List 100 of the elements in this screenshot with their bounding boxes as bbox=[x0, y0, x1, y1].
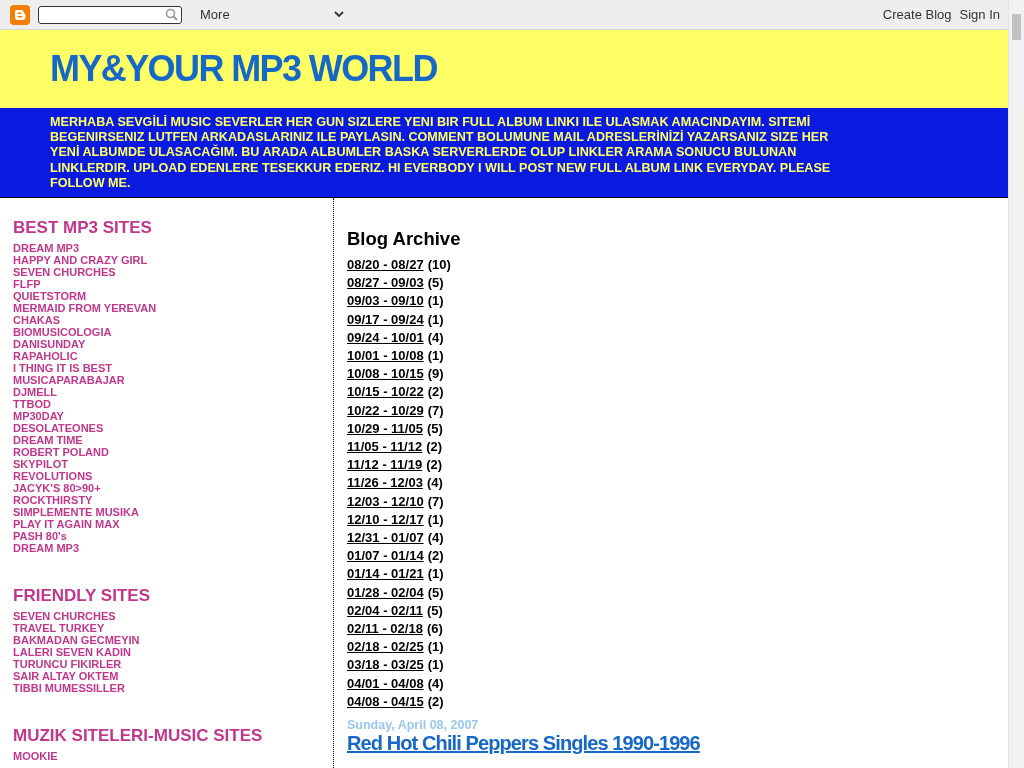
archive-link[interactable]: 01/07 - 01/14 bbox=[347, 547, 424, 566]
post-count: (4) bbox=[427, 328, 444, 347]
post-count: (1) bbox=[427, 292, 444, 311]
sidebar-heading: FRIENDLY SITES bbox=[13, 586, 151, 606]
blog-title[interactable]: MY&YOUR MP3 WORLD bbox=[50, 48, 437, 90]
sidebar-link[interactable]: PLAY IT AGAIN MAX bbox=[13, 518, 333, 530]
archive-link[interactable]: 08/20 - 08/27 bbox=[347, 256, 424, 275]
post-count: (1) bbox=[427, 347, 444, 366]
scrollbar-thumb[interactable] bbox=[1012, 14, 1021, 40]
archive-link[interactable]: 10/29 - 11/05 bbox=[347, 419, 423, 439]
sidebar-link[interactable]: ROBERT POLAND bbox=[13, 446, 333, 458]
post-date: Sunday, April 08, 2007 bbox=[347, 718, 480, 733]
search-icon[interactable] bbox=[165, 8, 178, 21]
archive-link[interactable]: 03/18 - 03/25 bbox=[347, 656, 424, 675]
post-count: (5) bbox=[426, 601, 443, 620]
sidebar-link[interactable]: MUSICAPARABAJAR bbox=[13, 374, 333, 386]
sidebar-heading: MUZIK SITELERI-MUSIC SITES bbox=[13, 726, 264, 746]
post-count: (10) bbox=[427, 256, 451, 274]
archive-link[interactable]: 01/28 - 02/04 bbox=[347, 583, 424, 602]
sidebar-link[interactable]: FLFP bbox=[13, 278, 333, 290]
sidebar-link[interactable]: TIBBI MUMESSILLER bbox=[13, 682, 333, 694]
archive-link[interactable]: 02/11 - 02/18 bbox=[347, 620, 423, 639]
post-count: (2) bbox=[426, 456, 443, 475]
post-count: (1) bbox=[427, 656, 444, 675]
sidebar-link[interactable]: I THING IT IS BEST bbox=[13, 362, 333, 374]
scrollbar[interactable] bbox=[1008, 0, 1024, 768]
archive-link[interactable]: 02/04 - 02/11 bbox=[347, 601, 423, 621]
post-count: (1) bbox=[427, 565, 444, 584]
post-count: (4) bbox=[427, 674, 444, 693]
blog-description: MERHABA SEVGİLİ MUSIC SEVERLER HER GUN SIZLERE YENI BIR FULL ALBUM LINKI ILE ULASMAK AMACINDAYIM. SITEMİ BEGENIRSENIZ LUTFEN ARKADASLARINIZ ILE PAYLASIN. COMMENT BOLUMUNE MAIL ADRESLERİNİZİ YAZARSANIZ SIZE HER YENİ ALBUMDE ULASACAĞIM. BU ARADA ALBUMLER BASKA SERVERLERDE OLUP LINKLER ARAMA SONUCU BULUNAN LINKLERDIR. UPLOAD EDENLERE TESEKKUR EDERIZ. HI EVERBODY I WILL POST NEW FULL ALBUM LINK EVERYDAY. PLEASE FOLLOW ME. bbox=[0, 108, 1008, 198]
sidebar-link[interactable]: TRAVEL TURKEY bbox=[13, 622, 333, 634]
archive-link[interactable]: 12/03 - 12/10 bbox=[347, 492, 424, 511]
archive-link[interactable]: 09/17 - 09/24 bbox=[347, 310, 424, 329]
archive-link[interactable]: 11/12 - 11/19 bbox=[347, 456, 423, 475]
post-count: (5) bbox=[427, 274, 444, 293]
archive-link[interactable]: 10/08 - 10/15 bbox=[347, 365, 424, 384]
sidebar-link[interactable]: RAPAHOLIC bbox=[13, 350, 333, 362]
sidebar-link[interactable]: SIMPLEMENTE MUSIKA bbox=[13, 506, 333, 518]
sidebar-link[interactable]: MP30DAY bbox=[13, 410, 333, 422]
post-count: (1) bbox=[427, 510, 444, 529]
archive-link[interactable]: 02/18 - 02/25 bbox=[347, 638, 424, 657]
post-title-link[interactable]: Red Hot Chili Peppers Singles 1990-1996 bbox=[347, 732, 700, 756]
sidebar-link[interactable]: JACYK'S 80>90+ bbox=[13, 482, 333, 494]
sidebar-link[interactable]: TURUNCU FIKIRLER bbox=[13, 658, 333, 670]
post-count: (2) bbox=[427, 547, 444, 566]
nav-link[interactable]: Sign In bbox=[959, 7, 1000, 22]
post-count: (1) bbox=[427, 310, 444, 329]
archive-link[interactable]: 04/01 - 04/08 bbox=[347, 674, 424, 693]
sidebar-link[interactable]: BIOMUSICOLOGIA bbox=[13, 326, 333, 338]
sidebar-heading: BEST MP3 SITES bbox=[13, 218, 153, 238]
sidebar-link[interactable]: PASH 80's bbox=[13, 530, 333, 542]
post-count: (4) bbox=[426, 474, 443, 493]
archive-link[interactable]: 10/01 - 10/08 bbox=[347, 347, 424, 366]
sidebar-link[interactable]: MOOKIE bbox=[13, 750, 333, 762]
chevron-down-icon bbox=[333, 11, 344, 18]
post-count: (5) bbox=[426, 419, 443, 438]
archive-link[interactable]: 09/24 - 10/01 bbox=[347, 328, 424, 348]
sidebar-link[interactable]: CHAKAS bbox=[13, 314, 333, 326]
post-count: (7) bbox=[427, 401, 444, 420]
sidebar-link[interactable]: HAPPY AND CRAZY GIRL bbox=[13, 254, 333, 266]
sidebar-link[interactable]: DESOLATEONES bbox=[13, 422, 333, 434]
sidebar-link[interactable]: SEVEN CHURCHES bbox=[13, 610, 333, 622]
archive-link[interactable]: 12/31 - 01/07 bbox=[347, 529, 424, 548]
sidebar-link[interactable]: DREAM MP3 bbox=[13, 242, 333, 254]
post-count: (4) bbox=[427, 529, 444, 548]
sidebar-link[interactable]: ROCKTHIRSTY bbox=[13, 494, 333, 506]
post-count: (5) bbox=[427, 583, 444, 602]
archive-link[interactable]: 10/15 - 10/22 bbox=[347, 383, 424, 402]
post-count: (2) bbox=[427, 692, 444, 711]
sidebar-link[interactable]: BAKMADAN GECMEYIN bbox=[13, 634, 333, 646]
archive-link[interactable]: 11/26 - 12/03 bbox=[347, 474, 423, 493]
archive-link[interactable]: 01/14 - 01/21 bbox=[347, 565, 424, 584]
sidebar-link[interactable]: LALERI SEVEN KADIN bbox=[13, 646, 333, 658]
sidebar-link[interactable]: DREAM MP3 bbox=[13, 542, 333, 554]
sidebar-link[interactable]: SEVEN CHURCHES bbox=[13, 266, 333, 278]
nav-link[interactable]: Create Blog bbox=[882, 7, 952, 22]
sidebar-link[interactable]: DANISUNDAY bbox=[13, 338, 333, 350]
archive-link[interactable]: 10/22 - 10/29 bbox=[347, 401, 424, 420]
archive-link[interactable]: 09/03 - 09/10 bbox=[347, 292, 424, 311]
sidebar-link[interactable]: SAIR ALTAY OKTEM bbox=[13, 670, 333, 682]
post-count: (2) bbox=[427, 383, 444, 402]
archive-link[interactable]: 11/05 - 11/12 bbox=[347, 438, 423, 457]
search-field[interactable] bbox=[38, 5, 182, 24]
blogger-logo-icon[interactable] bbox=[10, 4, 30, 25]
more-dropdown[interactable]: More bbox=[190, 7, 350, 22]
sidebar-link[interactable]: MERMAID FROM YEREVAN bbox=[13, 302, 333, 314]
sidebar-link[interactable]: SKYPILOT bbox=[13, 458, 333, 470]
sidebar-link[interactable]: DJMELL bbox=[13, 386, 333, 398]
post-count: (2) bbox=[426, 438, 443, 457]
archive-link[interactable]: 08/27 - 09/03 bbox=[347, 274, 424, 293]
post-count: (1) bbox=[427, 638, 444, 657]
post-count: (7) bbox=[427, 492, 444, 511]
sidebar-link[interactable]: TTBOD bbox=[13, 398, 333, 410]
sidebar-link[interactable]: REVOLUTIONS bbox=[13, 470, 333, 482]
archive-link[interactable]: 12/10 - 12/17 bbox=[347, 510, 424, 530]
sidebar-link[interactable]: DREAM TIME bbox=[13, 434, 333, 446]
sidebar-link[interactable]: QUIETSTORM bbox=[13, 290, 333, 302]
post-count: (6) bbox=[426, 620, 443, 639]
archive-link[interactable]: 04/08 - 04/15 bbox=[347, 692, 424, 712]
post-count: (9) bbox=[427, 365, 444, 384]
